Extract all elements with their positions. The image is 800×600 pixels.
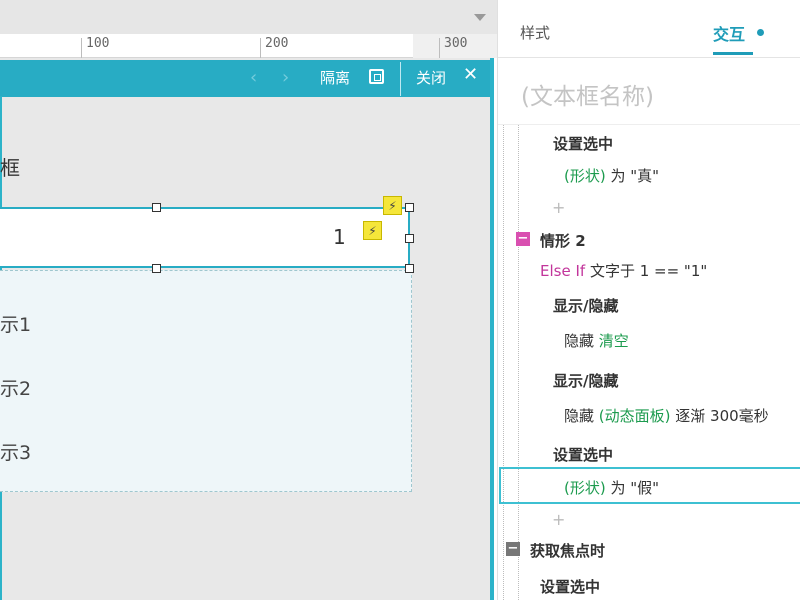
detail-text: 隐藏: [564, 332, 599, 350]
frame-border: [490, 58, 494, 600]
event-label[interactable]: 获取焦点时: [530, 540, 605, 561]
tab-interaction[interactable]: 交互: [713, 21, 745, 45]
target-shape[interactable]: (形状): [564, 167, 606, 185]
ruler-tick: [81, 38, 82, 58]
ruler-label-300: 300: [444, 36, 468, 51]
target-shape[interactable]: (形状): [564, 479, 606, 497]
target-widget[interactable]: (动态面板): [599, 407, 671, 425]
text-field-widget[interactable]: [0, 207, 410, 268]
action-show-hide[interactable]: 显示/隐藏: [553, 370, 618, 391]
add-action-button[interactable]: +: [552, 510, 565, 529]
interaction-bolt-icon[interactable]: ⚡: [383, 196, 402, 215]
divider: [498, 124, 800, 125]
detail-text: 逐渐 300毫秒: [670, 407, 769, 425]
next-arrow-icon[interactable]: ›: [282, 64, 289, 92]
detail-text: 为 "真": [605, 167, 660, 185]
widget-name-input[interactable]: (文本框名称): [521, 77, 654, 111]
add-action-button[interactable]: +: [552, 198, 565, 217]
resize-handle[interactable]: [405, 203, 414, 212]
list-item[interactable]: 示1: [0, 310, 31, 337]
action-detail[interactable]: (形状) 为 "假": [564, 477, 659, 498]
prev-arrow-icon[interactable]: ‹: [250, 64, 257, 92]
else-if-keyword: Else If: [540, 262, 586, 280]
caret-down-icon[interactable]: [474, 14, 486, 21]
ruler-tick: [260, 38, 261, 58]
isolate-icon[interactable]: [369, 69, 384, 84]
text-field-value: 1: [333, 225, 346, 249]
action-show-hide[interactable]: 显示/隐藏: [553, 295, 618, 316]
ruler-label-200: 200: [265, 36, 289, 51]
tab-style[interactable]: 样式: [520, 22, 550, 43]
isolate-button[interactable]: 隔离: [320, 67, 350, 88]
dynamic-panel[interactable]: [0, 270, 412, 492]
collapse-event-icon[interactable]: −: [506, 542, 520, 556]
ruler-tick: [439, 38, 440, 58]
bar-divider: [400, 62, 401, 96]
action-set-selected[interactable]: 设置选中: [553, 133, 613, 154]
action-detail[interactable]: 隐藏 清空: [564, 330, 629, 351]
action-detail[interactable]: 隐藏 (动态面板) 逐渐 300毫秒: [564, 405, 769, 426]
collapse-case-icon[interactable]: −: [516, 232, 530, 246]
canvas-top-bar: [0, 0, 497, 34]
close-button[interactable]: 关闭: [416, 67, 446, 88]
close-icon[interactable]: ✕: [463, 64, 478, 85]
interaction-bolt-icon[interactable]: ⚡: [363, 221, 382, 240]
tree-guide: [518, 125, 519, 600]
resize-handle[interactable]: [152, 203, 161, 212]
condition-text: 文字于 1 == "1": [585, 262, 708, 280]
tree-guide: [503, 125, 504, 600]
resize-handle[interactable]: [405, 264, 414, 273]
resize-handle[interactable]: [405, 234, 414, 243]
list-item[interactable]: 示3: [0, 438, 31, 465]
case-condition[interactable]: Else If 文字于 1 == "1": [540, 260, 707, 281]
action-set-selected[interactable]: 设置选中: [540, 576, 600, 597]
active-tab-underline: [713, 52, 753, 55]
action-detail[interactable]: (形状) 为 "真": [564, 165, 659, 186]
list-item[interactable]: 示2: [0, 374, 31, 401]
action-set-selected[interactable]: 设置选中: [553, 444, 613, 465]
ruler-label-100: 100: [86, 36, 110, 51]
widget-label: 框: [0, 156, 20, 180]
case-label[interactable]: 情形 2: [540, 230, 586, 251]
target-widget[interactable]: 清空: [599, 332, 629, 350]
active-dot-icon: [757, 29, 764, 36]
resize-handle[interactable]: [152, 264, 161, 273]
detail-text: 为 "假": [605, 479, 660, 497]
detail-text: 隐藏: [564, 407, 599, 425]
